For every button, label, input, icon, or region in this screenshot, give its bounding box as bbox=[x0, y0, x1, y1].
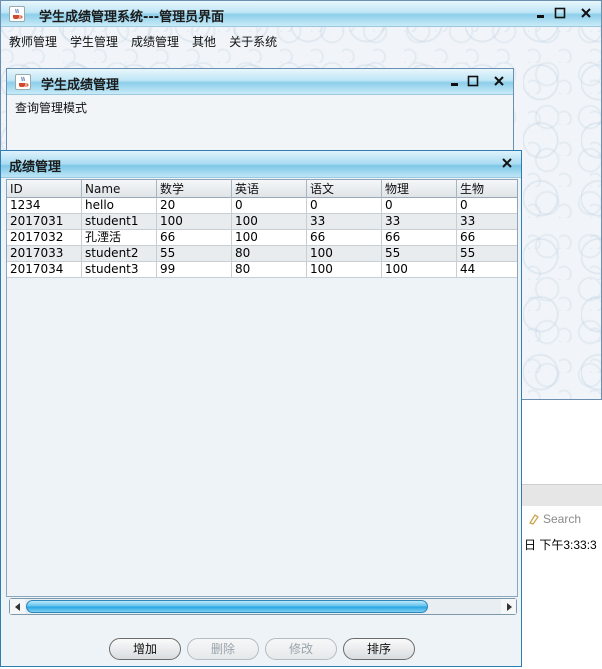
table-row[interactable]: 2017032 孔湮活 66 100 66 66 66 bbox=[7, 230, 517, 246]
grades-window-title: 成绩管理 bbox=[9, 160, 62, 175]
scroll-right-icon[interactable] bbox=[501, 599, 516, 614]
table-cell[interactable]: 33 bbox=[307, 214, 382, 229]
col-header-math[interactable]: 数学 bbox=[157, 180, 232, 198]
table-cell[interactable]: hello bbox=[82, 198, 157, 213]
table-cell[interactable]: 100 bbox=[307, 246, 382, 261]
table-row[interactable]: 1234 hello 20 0 0 0 0 bbox=[7, 198, 517, 214]
table-cell[interactable]: 0 bbox=[232, 198, 307, 213]
col-header-id[interactable]: ID bbox=[7, 180, 82, 198]
main-window-titlebar[interactable]: 学生成绩管理系统---管理员界面 bbox=[1, 1, 601, 27]
maximize-button[interactable] bbox=[552, 5, 568, 21]
inner-maximize-button[interactable] bbox=[465, 73, 481, 89]
table-cell[interactable]: student1 bbox=[82, 214, 157, 229]
col-header-chinese[interactable]: 语文 bbox=[307, 180, 382, 198]
table-cell[interactable]: student2 bbox=[82, 246, 157, 261]
table-cell[interactable]: 100 bbox=[157, 214, 232, 229]
table-cell[interactable]: 1234 bbox=[7, 198, 82, 213]
table-cell[interactable]: 33 bbox=[457, 214, 517, 229]
java-cup-icon bbox=[9, 6, 25, 22]
table-cell[interactable]: 2017033 bbox=[7, 246, 82, 261]
table-cell[interactable]: 33 bbox=[382, 214, 457, 229]
add-button[interactable]: 增加 bbox=[109, 638, 181, 660]
grades-window-titlebar[interactable]: 成绩管理 bbox=[1, 151, 521, 178]
table-cell[interactable]: 0 bbox=[382, 198, 457, 213]
menu-about[interactable]: 关于系统 bbox=[229, 33, 277, 50]
table-cell[interactable]: 2017032 bbox=[7, 230, 82, 245]
table-cell[interactable]: 孔湮活 bbox=[82, 230, 157, 245]
java-cup-icon bbox=[15, 74, 31, 90]
minimize-button[interactable] bbox=[533, 5, 549, 21]
table-header: ID Name 数学 英语 语文 物理 生物 bbox=[7, 180, 517, 198]
menu-bar: 教师管理 学生管理 成绩管理 其他 关于系统 bbox=[2, 27, 600, 55]
close-button[interactable] bbox=[578, 5, 594, 21]
close-icon bbox=[494, 76, 504, 86]
table-cell[interactable]: 2017031 bbox=[7, 214, 82, 229]
table-cell[interactable]: 66 bbox=[382, 230, 457, 245]
table-cell[interactable]: 80 bbox=[232, 246, 307, 261]
modify-button[interactable]: 修改 bbox=[265, 638, 337, 660]
query-mode-label: 查询管理模式 bbox=[15, 101, 88, 115]
background-search-label: Search bbox=[543, 512, 582, 526]
main-window-title: 学生成绩管理系统---管理员界面 bbox=[39, 10, 225, 25]
table-body: 1234 hello 20 0 0 0 0 2017031 student1 100 100 33 33… bbox=[7, 198, 517, 278]
horizontal-scrollbar[interactable] bbox=[9, 598, 517, 615]
background-search[interactable]: Search bbox=[528, 512, 581, 526]
table-cell[interactable]: 100 bbox=[307, 262, 382, 277]
inner-window-title: 学生成绩管理 bbox=[41, 78, 120, 93]
table-cell[interactable]: 66 bbox=[457, 230, 517, 245]
table-cell[interactable]: 20 bbox=[157, 198, 232, 213]
close-icon bbox=[581, 8, 591, 18]
sort-button[interactable]: 排序 bbox=[343, 638, 415, 660]
scroll-thumb[interactable] bbox=[26, 600, 428, 613]
menu-other[interactable]: 其他 bbox=[192, 33, 216, 50]
scroll-left-icon[interactable] bbox=[10, 599, 25, 614]
grades-table: ID Name 数学 英语 语文 物理 生物 1234 hello 20 0 0 0 0 20… bbox=[6, 179, 518, 597]
table-cell[interactable]: 55 bbox=[457, 246, 517, 261]
menu-grades[interactable]: 成绩管理 bbox=[131, 33, 179, 50]
close-icon bbox=[502, 158, 512, 168]
background-time-text: 日 下午3:33:3 bbox=[524, 538, 597, 552]
grades-close-button[interactable] bbox=[499, 155, 515, 171]
col-header-biology[interactable]: 生物 bbox=[457, 180, 517, 198]
table-cell[interactable]: 99 bbox=[157, 262, 232, 277]
background-toolbar-strip bbox=[520, 484, 602, 506]
col-header-physics[interactable]: 物理 bbox=[382, 180, 457, 198]
table-cell[interactable]: 100 bbox=[382, 262, 457, 277]
table-cell[interactable]: 100 bbox=[232, 230, 307, 245]
menu-student[interactable]: 学生管理 bbox=[70, 33, 118, 50]
col-header-english[interactable]: 英语 bbox=[232, 180, 307, 198]
table-row[interactable]: 2017033 student2 55 80 100 55 55 bbox=[7, 246, 517, 262]
table-cell[interactable]: 0 bbox=[457, 198, 517, 213]
inner-close-button[interactable] bbox=[491, 73, 507, 89]
maximize-icon bbox=[467, 75, 479, 87]
menu-teacher[interactable]: 教师管理 bbox=[9, 33, 57, 50]
inner-window-titlebar[interactable]: 学生成绩管理 bbox=[7, 69, 513, 95]
maximize-icon bbox=[554, 7, 566, 19]
delete-button[interactable]: 删除 bbox=[187, 638, 259, 660]
table-cell[interactable]: 44 bbox=[457, 262, 517, 277]
table-cell[interactable]: 2017034 bbox=[7, 262, 82, 277]
table-row[interactable]: 2017034 student3 99 80 100 100 44 bbox=[7, 262, 517, 278]
table-cell[interactable]: 100 bbox=[232, 214, 307, 229]
table-row[interactable]: 2017031 student1 100 100 33 33 33 bbox=[7, 214, 517, 230]
search-tag-icon bbox=[528, 513, 540, 525]
table-cell[interactable]: 55 bbox=[382, 246, 457, 261]
table-cell[interactable]: 55 bbox=[157, 246, 232, 261]
table-cell[interactable]: 66 bbox=[157, 230, 232, 245]
minimize-icon bbox=[537, 15, 544, 18]
col-header-name[interactable]: Name bbox=[82, 180, 157, 198]
inner-minimize-button[interactable] bbox=[447, 73, 463, 89]
table-cell[interactable]: 80 bbox=[232, 262, 307, 277]
table-cell[interactable]: student3 bbox=[82, 262, 157, 277]
table-cell[interactable]: 0 bbox=[307, 198, 382, 213]
table-cell[interactable]: 66 bbox=[307, 230, 382, 245]
minimize-icon bbox=[451, 83, 458, 86]
